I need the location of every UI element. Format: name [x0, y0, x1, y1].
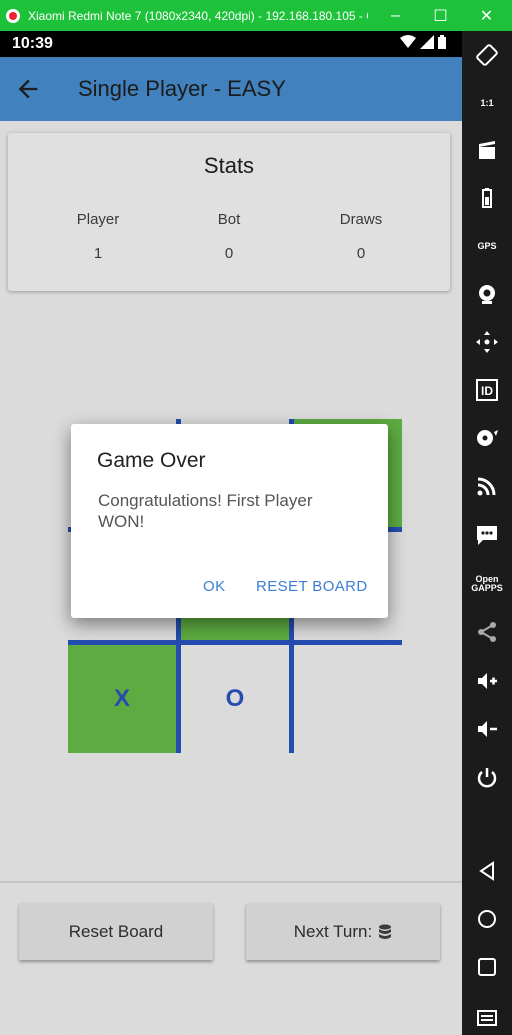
genymotion-icon	[6, 8, 20, 23]
battery-status-icon	[438, 35, 446, 49]
power-icon[interactable]	[462, 760, 512, 796]
cast-icon[interactable]	[462, 468, 512, 504]
dialog-reset-board-button[interactable]: RESET BOARD	[256, 578, 368, 595]
dialog-message: Congratulations! First Player WON!	[98, 491, 313, 531]
maximize-button[interactable]: ☐	[418, 0, 463, 31]
emulator-sidebar: 1:1 GPS ID Open GAPPS	[462, 31, 512, 1035]
nav-back-icon[interactable]	[462, 853, 512, 889]
status-time: 10:39	[12, 35, 53, 52]
status-bar: 10:39	[0, 31, 462, 57]
phone-screen: 10:39 Single Player - EASY Stats Player …	[0, 31, 462, 1035]
dialog-title: Game Over	[97, 449, 206, 472]
screencast-icon[interactable]	[462, 133, 512, 169]
share-icon[interactable]	[462, 614, 512, 650]
device-id-icon[interactable]: ID	[462, 372, 512, 408]
wifi-icon	[400, 35, 416, 48]
window-title: Xiaomi Redmi Note 7 (1080x2340, 420dpi) …	[28, 8, 368, 23]
status-icons	[400, 35, 446, 49]
window-title-bar: Xiaomi Redmi Note 7 (1080x2340, 420dpi) …	[0, 0, 512, 31]
game-over-dialog: Game Over Congratulations! First Player …	[71, 424, 388, 618]
dialog-ok-button[interactable]: OK	[203, 578, 225, 595]
pixel-perfect-icon[interactable]: 1:1	[462, 85, 512, 121]
open-gapps-icon[interactable]: Open GAPPS	[462, 566, 512, 602]
battery-icon[interactable]	[462, 180, 512, 216]
volume-down-icon[interactable]	[462, 711, 512, 747]
rotate-screen-icon[interactable]	[462, 37, 512, 73]
camera-icon[interactable]	[462, 276, 512, 312]
gps-label: GPS	[477, 240, 497, 251]
dpad-icon[interactable]	[462, 324, 512, 360]
pixel-perfect-label: 1:1	[480, 97, 494, 108]
device-id-label: ID	[481, 384, 493, 398]
volume-up-icon[interactable]	[462, 663, 512, 699]
minimize-button[interactable]: –	[373, 0, 418, 31]
menu-icon[interactable]	[462, 999, 512, 1035]
sms-icon[interactable]	[462, 517, 512, 553]
open-gapps-label: Open GAPPS	[471, 574, 503, 593]
gps-icon[interactable]: GPS	[462, 228, 512, 264]
close-window-button[interactable]: ✕	[464, 0, 509, 31]
signal-icon	[420, 35, 434, 49]
watermark-text: Free for personal use	[0, 1019, 462, 1035]
media-icon[interactable]	[462, 420, 512, 456]
nav-home-icon[interactable]	[462, 901, 512, 937]
nav-recents-icon[interactable]	[462, 949, 512, 985]
